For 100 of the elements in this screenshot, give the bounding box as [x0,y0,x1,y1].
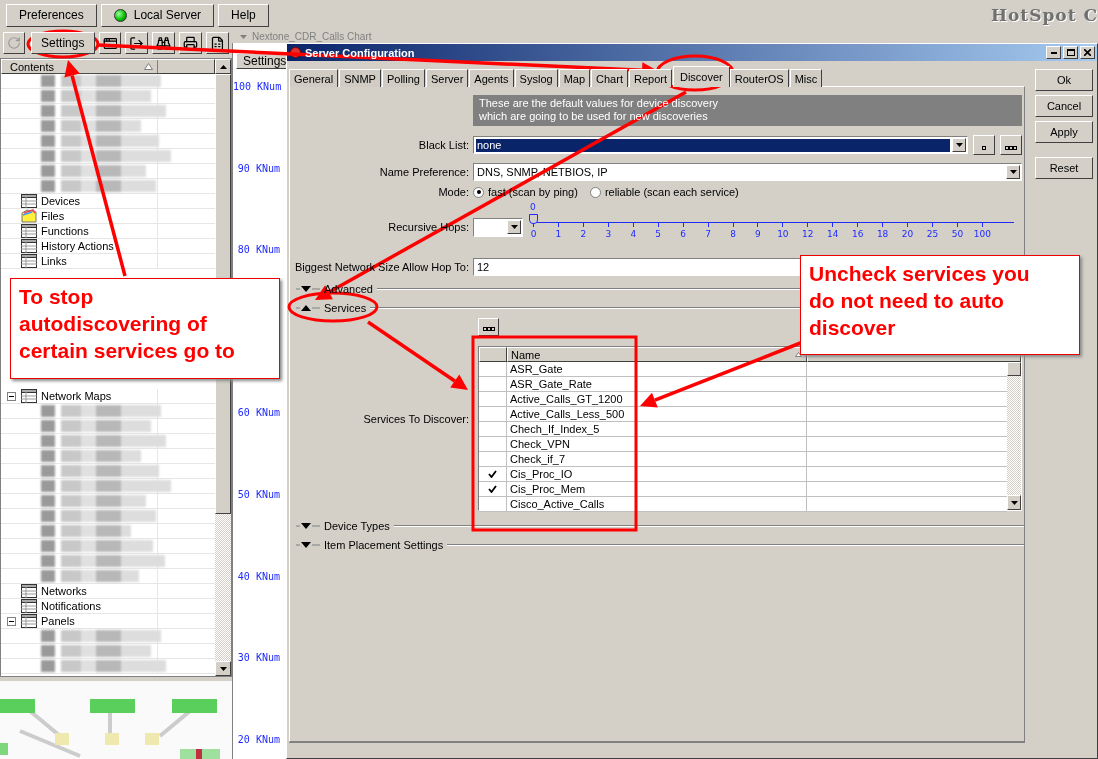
dropdown-arrow-icon [510,225,518,229]
up-arrow-icon [219,64,227,69]
radio-option[interactable]: reliable (scan each service) [589,186,739,198]
dropdown-arrow-icon [955,143,963,147]
tree-item[interactable]: Network Maps [41,390,112,402]
tab[interactable]: Server [425,69,469,87]
table-icon [21,584,37,598]
tick-label: 12 [802,229,814,239]
refresh-button[interactable] [3,32,25,54]
settings-button[interactable]: Settings [31,32,95,54]
dropdown-arrow-icon [1010,500,1018,505]
tick-label: 100 [973,229,991,239]
axis-label: 100 KNum [233,81,282,92]
tab[interactable]: SNMP [339,69,381,87]
scrollbar[interactable] [1007,362,1021,510]
dropdown-field[interactable]: none [473,136,968,154]
dialog-button[interactable]: Apply [1035,121,1093,143]
sort-icon [795,352,802,357]
menu-button[interactable]: Preferences [6,3,97,27]
expand-icon[interactable] [296,284,320,293]
close-button[interactable] [1080,46,1095,59]
tree-item[interactable]: Links [41,255,67,267]
field-label: Black List: [418,139,470,151]
table-icon [21,599,37,613]
tick-label: 0 [530,229,537,239]
square-icon [982,146,986,150]
table-cell: Cisco_Active_Calls [507,497,807,512]
tree-item[interactable]: Devices [41,195,81,207]
axis-label: 20 KNum [237,733,280,745]
axis-label: 50 KNum [237,488,280,500]
slider-thumb[interactable] [529,214,538,224]
tick-label: 10 [777,229,789,239]
column-header[interactable] [479,347,507,362]
tick-label: 8 [730,229,736,239]
tick-label: 16 [851,229,864,239]
section-header[interactable]: Device Types [324,519,390,532]
tab[interactable]: Misc [789,69,823,87]
tree-item[interactable]: Networks [41,585,87,597]
tree-item[interactable]: Files [41,210,65,222]
dropdown-arrow-icon [240,34,247,39]
tick-label: 25 [926,229,939,239]
table-icon [21,239,37,253]
tree-item[interactable]: Functions [41,225,89,237]
minimize-button[interactable] [1046,46,1061,59]
dropdown-field[interactable] [473,217,523,237]
tab[interactable]: Chart [591,69,628,87]
tick-label: 1 [555,229,562,239]
dialog-button[interactable]: Reset [1035,157,1093,179]
tick-label: 4 [630,229,637,239]
scroll-thumb[interactable] [1007,362,1021,376]
dialog-button[interactable]: Ok [1035,69,1093,91]
tab[interactable]: Map [558,69,591,87]
printer-icon [183,35,199,51]
field-label: Services To Discover: [363,413,470,425]
column-header[interactable]: Name [511,348,541,361]
axis-label: 60 KNum [237,407,280,419]
checkbox[interactable] [479,497,507,512]
field-label: Mode: [438,186,470,198]
expand-icon[interactable] [296,521,320,530]
exit-icon [129,35,145,51]
clear-button[interactable] [973,135,995,155]
expand-icon[interactable] [296,540,320,549]
maximize-icon [1066,49,1075,56]
app-icon [290,47,301,58]
tree-item[interactable]: Panels [41,615,75,627]
tab[interactable]: Report [628,69,672,87]
column-header[interactable]: Contents [10,60,55,73]
tab[interactable]: RouterOS [729,69,789,87]
tab[interactable]: Discover [673,66,730,87]
tick-label: 6 [680,229,686,239]
dialog-button[interactable]: Cancel [1035,95,1093,117]
table-icon [21,614,37,628]
annotation-tooltip: Uncheck services you do not need to auto discover [800,255,1080,355]
tree-item[interactable]: Notifications [41,600,101,612]
field-label: Biggest Network Size Allow Hop To: [294,261,470,273]
menu-button[interactable]: Local Server [100,3,215,27]
axis-label: 90 KNum [237,162,280,174]
table-icon [21,389,37,403]
more-button[interactable] [478,318,499,336]
maximize-button[interactable] [1063,46,1078,59]
tab[interactable]: General [289,69,339,87]
tab[interactable]: Polling [381,69,425,87]
section-header[interactable]: Item Placement Settings [324,538,444,551]
tree-item[interactable]: History Actions [41,240,114,252]
radio-option[interactable]: fast (scan by ping) [473,186,578,198]
section-header[interactable]: Services [324,301,367,314]
collapse-icon[interactable] [296,303,320,312]
tick-label: 18 [876,229,889,239]
more-button[interactable] [1000,135,1022,155]
close-icon [1084,49,1091,56]
axis-label: 40 KNum [237,570,280,582]
dropdown-arrow-icon [1009,170,1017,174]
status-icon [113,8,127,22]
collapse-icon[interactable] [6,391,16,401]
menu-button[interactable]: Help [218,3,269,27]
field-label: Name Preference: [379,166,470,178]
collapse-icon[interactable] [6,616,16,626]
window-icon [102,35,118,51]
tab[interactable]: Syslog [514,69,558,87]
tab[interactable]: Agents [469,69,514,87]
